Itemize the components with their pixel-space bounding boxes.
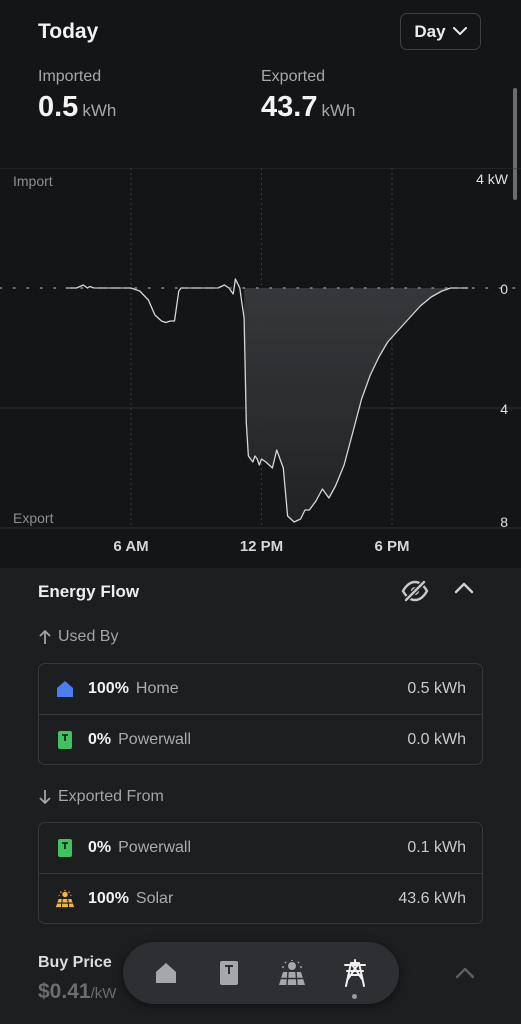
active-tab-indicator: [352, 994, 357, 999]
exported-unit: kWh: [321, 101, 356, 120]
used-by-label: Used By: [38, 628, 118, 646]
powerwall-icon: [55, 838, 75, 858]
import-axis-label: Import: [13, 173, 53, 189]
exported-from-label: Exported From: [38, 788, 164, 806]
powerwall-value: 0.0 kWh: [407, 730, 466, 748]
energy-flow-title: Energy Flow: [38, 582, 140, 601]
list-item[interactable]: 0% Powerwall 0.0 kWh: [39, 714, 482, 764]
energy-chart[interactable]: Import Export 4 kW 0 4 8 6 AM 12 PM 6 PM: [0, 168, 521, 568]
export-powerwall-value: 0.1 kWh: [407, 839, 466, 856]
exported-from-text: Exported From: [58, 788, 164, 805]
powerwall-tab[interactable]: [215, 959, 243, 987]
list-item[interactable]: 100% Home 0.5 kWh: [39, 664, 482, 714]
buy-price-label: Buy Price: [38, 954, 112, 971]
y-tick-label: 0: [500, 281, 508, 297]
powerwall-icon: [220, 961, 238, 985]
solar-icon: [55, 889, 75, 909]
expand-caret-icon[interactable]: [455, 966, 475, 980]
y-tick-label: 4: [500, 401, 508, 417]
buy-price-number: $0.41: [38, 980, 91, 1003]
used-by-card: 100% Home 0.5 kWh 0% Powerwall 0.0 kWh: [38, 663, 483, 765]
solar-icon: [279, 960, 305, 986]
page-title: Today: [38, 20, 99, 43]
imported-label: Imported: [38, 68, 102, 85]
buy-price-unit: /kW: [90, 985, 117, 1002]
imported-number: 0.5: [38, 91, 79, 123]
collapse-caret-icon[interactable]: [454, 581, 474, 595]
export-powerwall-name: Powerwall: [118, 839, 192, 856]
x-tick-label: 6 PM: [374, 538, 409, 555]
x-tick-label: 12 PM: [240, 538, 283, 555]
x-tick-label: 6 AM: [113, 538, 148, 555]
transmission-tower-icon: [344, 959, 366, 987]
powerwall-name: Powerwall: [118, 730, 192, 748]
home-value: 0.5 kWh: [407, 680, 466, 697]
home-tab[interactable]: [152, 959, 180, 987]
exported-value: 43.7 kWh: [261, 91, 355, 124]
list-item[interactable]: 0% Powerwall 0.1 kWh: [39, 823, 482, 873]
used-by-text: Used By: [58, 628, 119, 645]
export-axis-label: Export: [13, 510, 54, 526]
grid-tab[interactable]: [341, 959, 369, 987]
period-select[interactable]: Day: [400, 13, 481, 50]
list-item[interactable]: 100% Solar 43.6 kWh: [39, 873, 482, 923]
arrow-down-icon: [39, 790, 51, 804]
arrow-up-icon: [39, 630, 51, 644]
export-powerwall-pct: 0%: [88, 839, 112, 856]
y-tick-label: 4 kW: [476, 171, 509, 187]
powerwall-pct: 0%: [88, 730, 112, 748]
eye-off-icon[interactable]: [401, 580, 429, 602]
home-pct: 100%: [88, 680, 129, 697]
period-select-value: Day: [414, 21, 446, 41]
solar-tab[interactable]: [278, 959, 306, 987]
exported-from-card: 0% Powerwall 0.1 kWh 100% Solar 43.6 kWh: [38, 822, 483, 924]
y-tick-label: 8: [500, 514, 508, 530]
imported-value: 0.5 kWh: [38, 91, 116, 124]
chevron-down-icon: [452, 27, 467, 35]
solar-pct: 100%: [88, 889, 129, 907]
home-icon: [55, 679, 75, 699]
buy-price-value: $0.41/kW: [38, 980, 116, 1004]
imported-unit: kWh: [82, 101, 117, 120]
bottom-tab-bar: [123, 942, 399, 1004]
home-name: Home: [135, 680, 179, 697]
export-area: [244, 288, 469, 522]
exported-label: Exported: [261, 68, 326, 85]
powerwall-icon: [55, 730, 75, 750]
solar-value: 43.6 kWh: [398, 889, 466, 907]
solar-name: Solar: [135, 889, 174, 907]
exported-number: 43.7: [261, 91, 318, 123]
home-icon: [156, 963, 176, 983]
